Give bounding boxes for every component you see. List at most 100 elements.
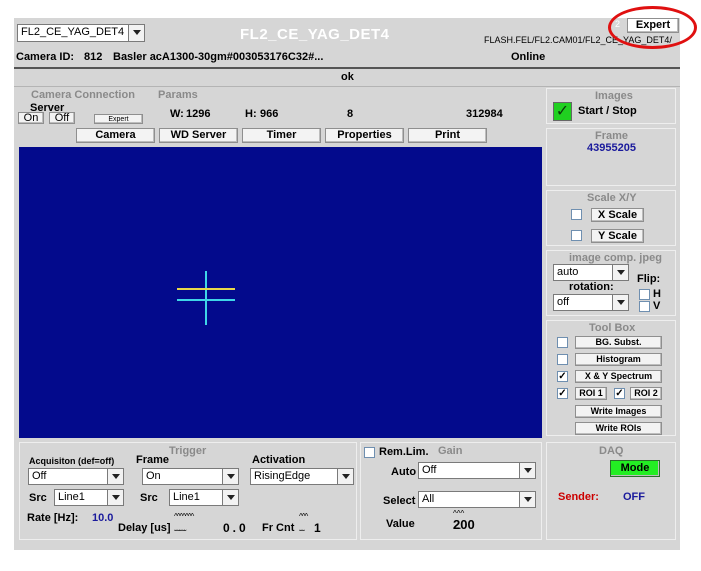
- chevron-down-icon[interactable]: [107, 469, 123, 484]
- status-text: ok: [341, 71, 354, 83]
- src2-select[interactable]: Line1: [169, 489, 239, 506]
- gain-stepper-down[interactable]: ˇˇˇ: [453, 527, 461, 536]
- write-rois-button[interactable]: Write ROIs: [575, 422, 662, 435]
- compression-select[interactable]: auto: [553, 264, 629, 281]
- x-scale-checkbox[interactable]: [571, 209, 582, 220]
- tab-wd-server[interactable]: WD Server: [159, 128, 238, 143]
- acquisition-value: Off: [32, 470, 47, 482]
- start-stop-label[interactable]: Start / Stop: [578, 105, 637, 117]
- histogram-checkbox[interactable]: [557, 354, 568, 365]
- acquisition-label: Acquisiton (def=off): [29, 456, 115, 466]
- roi1-checkbox[interactable]: ✓: [557, 388, 568, 399]
- sender-label: Sender:: [558, 491, 599, 503]
- frame-count-label: Fr Cnt: [262, 522, 295, 534]
- chevron-down-icon[interactable]: [519, 463, 535, 478]
- gain-panel: Rem.Lim. Gain Auto Off Select All Value …: [360, 442, 542, 540]
- trigger-panel: Trigger Acquisiton (def=off) Frame Activ…: [19, 442, 357, 540]
- chevron-down-icon[interactable]: [107, 490, 123, 505]
- gain-select-value: All: [422, 493, 435, 505]
- daq-title: DAQ: [599, 445, 624, 457]
- height-label: H:: [245, 108, 257, 120]
- acquisition-select[interactable]: Off: [28, 468, 124, 485]
- y-scale-button[interactable]: Y Scale: [591, 229, 644, 243]
- chevron-down-icon[interactable]: [222, 469, 238, 484]
- flip-v-checkbox[interactable]: [639, 301, 650, 312]
- chevron-down-icon[interactable]: [612, 295, 628, 310]
- gain-auto-select[interactable]: Off: [418, 462, 536, 479]
- roi1-button[interactable]: ROI 1: [575, 387, 607, 400]
- activation-label: Activation: [252, 454, 306, 466]
- auto-label: Auto: [391, 466, 417, 478]
- value-label: Value: [386, 518, 415, 530]
- chevron-down-icon[interactable]: [337, 469, 353, 484]
- y-scale-checkbox[interactable]: [571, 230, 582, 241]
- roi2-checkbox[interactable]: ✓: [614, 388, 625, 399]
- frcnt-stepper-up[interactable]: ^^^: [299, 512, 308, 521]
- activation-value: RisingEdge: [254, 470, 311, 482]
- server-on-button[interactable]: On: [18, 112, 44, 124]
- rotation-value: off: [557, 296, 570, 308]
- delay-stepper-up[interactable]: ^^^^^^^: [174, 512, 194, 521]
- chevron-down-icon[interactable]: [612, 265, 628, 280]
- frame-title: Frame: [595, 130, 629, 142]
- camera-id-value: 812: [84, 51, 103, 63]
- rotation-label: rotation:: [569, 281, 614, 293]
- chevron-down-icon[interactable]: [519, 492, 535, 507]
- frcnt-stepper-down[interactable]: ˇˇˇ: [299, 529, 305, 538]
- delay-label: Delay [us]: [118, 522, 171, 534]
- activation-select[interactable]: RisingEdge: [250, 468, 354, 485]
- tab-timer[interactable]: Timer: [242, 128, 321, 143]
- x-scale-button[interactable]: X Scale: [591, 208, 644, 222]
- tab-print[interactable]: Print: [408, 128, 487, 143]
- gain-title: Gain: [438, 445, 463, 457]
- bg-subst-checkbox[interactable]: [557, 337, 568, 348]
- tab-properties[interactable]: Properties: [325, 128, 404, 143]
- histogram-button[interactable]: Histogram: [575, 353, 662, 366]
- compression-value: auto: [557, 266, 579, 278]
- src2-value: Line1: [173, 491, 200, 503]
- flip-label: Flip:: [637, 273, 661, 285]
- spectrum-button[interactable]: X & Y Spectrum: [575, 370, 662, 383]
- delay-stepper-down[interactable]: ˇˇˇˇˇˇˇ: [174, 529, 187, 538]
- roi2-button[interactable]: ROI 2: [630, 387, 662, 400]
- spectrum-checkbox[interactable]: ✓: [557, 371, 568, 382]
- toolbox-title: Tool Box: [589, 322, 636, 334]
- crosshair-vertical: [205, 271, 207, 325]
- connection-expert-button[interactable]: Expert: [94, 114, 143, 124]
- params-title: Params: [158, 89, 198, 101]
- tab-camera[interactable]: Camera: [76, 128, 155, 143]
- chevron-down-icon[interactable]: [128, 25, 144, 41]
- annotation-circle: [608, 6, 697, 49]
- remlim-checkbox[interactable]: [364, 447, 375, 458]
- rate-value: 10.0: [92, 512, 114, 524]
- bg-subst-button[interactable]: BG. Subst.: [575, 336, 662, 349]
- flip-h-label: H: [653, 288, 661, 300]
- camera-status: Online: [511, 51, 546, 63]
- camera-image[interactable]: [19, 147, 542, 438]
- remlim-label: Rem.Lim.: [379, 446, 429, 458]
- chevron-down-icon[interactable]: [222, 490, 238, 505]
- write-images-button[interactable]: Write Images: [575, 405, 662, 418]
- images-panel: Images ✓ Start / Stop: [546, 88, 676, 124]
- start-stop-checkbox[interactable]: ✓: [553, 102, 572, 121]
- trigger-title: Trigger: [169, 445, 207, 457]
- src-select[interactable]: Line1: [54, 489, 124, 506]
- gain-auto-value: Off: [422, 464, 437, 476]
- gain-select[interactable]: All: [418, 491, 536, 508]
- frame-select[interactable]: On: [142, 468, 239, 485]
- daq-panel: DAQ Mode Sender: OFF: [546, 442, 676, 540]
- flip-h-checkbox[interactable]: [639, 289, 650, 300]
- src-label: Src: [29, 492, 47, 504]
- camera-select-value: FL2_CE_YAG_DET4: [21, 26, 125, 38]
- delay-value[interactable]: 0.0: [223, 521, 249, 535]
- camera-model: Basler acA1300-30gm#003053176C32#...: [113, 51, 324, 63]
- camera-select[interactable]: FL2_CE_YAG_DET4: [17, 24, 145, 42]
- server-off-button[interactable]: Off: [49, 112, 75, 124]
- image-comp-panel: image comp. jpeg auto Flip: rotation: of…: [546, 250, 676, 316]
- flip-v-label: V: [653, 300, 661, 312]
- daq-mode-button[interactable]: Mode: [610, 460, 660, 477]
- frame-count-value[interactable]: 1: [314, 521, 321, 535]
- camera-connection-title: Camera Connection: [31, 89, 135, 101]
- rotation-select[interactable]: off: [553, 294, 629, 311]
- frame-counter: 43955205: [587, 142, 636, 154]
